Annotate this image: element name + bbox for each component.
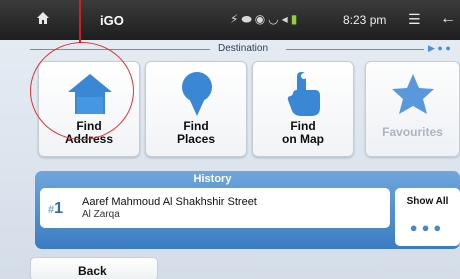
history-title: History — [193, 173, 232, 185]
status-bar: iGO ⚡⬬◉◡◂▮ 8:23 pm ☰ ← — [0, 0, 460, 40]
history-index: #1 — [48, 200, 64, 217]
map-pin-icon — [146, 70, 246, 120]
history-city: Al Zarqa — [82, 209, 120, 220]
volume-icon: ◂ — [281, 12, 291, 26]
clock: 8:23 pm — [343, 13, 387, 27]
tile-label: Favourites — [382, 125, 443, 139]
gps-icon: ◉ — [254, 12, 269, 26]
history-street: Aaref Mahmoud Al Shakhshir Street — [82, 196, 257, 208]
favourites-button[interactable]: Favourites — [365, 61, 460, 157]
pointer-line — [79, 0, 81, 43]
show-all-button[interactable]: Show All ●●● — [395, 188, 460, 246]
home-icon[interactable] — [36, 11, 50, 28]
show-all-label: Show All — [406, 196, 449, 207]
history-panel: History #1 Aaref Mahmoud Al Shakhshir St… — [35, 171, 460, 249]
find-on-map-button[interactable]: Find on Map — [252, 61, 354, 157]
android-icon: ⬬ — [241, 12, 255, 26]
menu-icon[interactable]: ☰ — [408, 11, 421, 28]
app-name: iGO — [100, 13, 124, 28]
scroll-indicator-icon: ▶ ● ● — [428, 43, 451, 53]
destination-title: Destination — [218, 43, 269, 54]
back-button[interactable]: Back — [30, 257, 158, 279]
more-dots-icon: ●●● — [409, 220, 446, 235]
highlight-circle — [30, 42, 134, 140]
status-icons: ⚡⬬◉◡◂▮ — [230, 12, 300, 27]
star-icon — [366, 70, 459, 120]
tile-label: Find on Map — [282, 119, 324, 146]
list-item[interactable]: #1 Aaref Mahmoud Al Shakhshir Street Al … — [40, 188, 390, 228]
wifi-icon: ◡ — [268, 12, 282, 26]
divider — [286, 49, 424, 50]
back-arrow-icon[interactable]: ← — [440, 10, 456, 28]
usb-icon: ⚡ — [230, 12, 242, 26]
find-places-button[interactable]: Find Places — [145, 61, 247, 157]
battery-icon: ▮ — [290, 12, 301, 26]
tile-label: Find Places — [176, 119, 216, 146]
hand-pointer-icon — [253, 70, 353, 120]
